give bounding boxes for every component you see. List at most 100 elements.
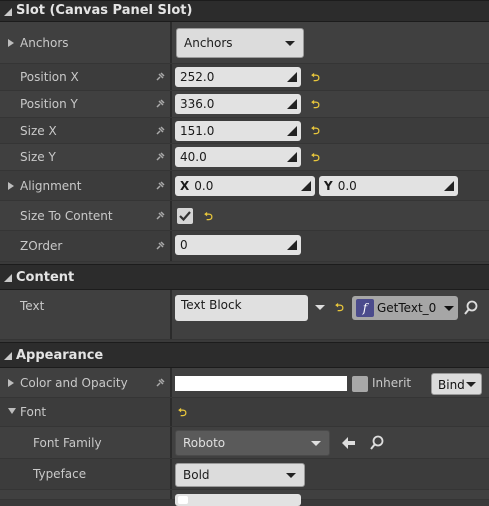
property-label: Size To Content	[20, 209, 113, 223]
property-row-anchors: Anchors Anchors	[0, 22, 489, 64]
pin-icon[interactable]	[154, 377, 166, 389]
reset-to-default-icon[interactable]: ⮌	[335, 302, 346, 313]
reset-to-default-icon[interactable]: ⮌	[311, 99, 322, 110]
binding-function-dropdown[interactable]: f GetText_0	[352, 296, 458, 320]
expand-arrow-icon[interactable]	[8, 182, 14, 190]
field-value: 151.0	[180, 124, 215, 138]
pin-icon[interactable]	[154, 210, 166, 222]
section-header-slot[interactable]: Slot (Canvas Panel Slot)	[0, 0, 489, 22]
dropdown-value: Bold	[183, 468, 210, 482]
drag-resize-icon[interactable]	[287, 152, 297, 162]
section-header-content[interactable]: Content	[0, 264, 489, 290]
axis-label: Y	[324, 179, 333, 193]
pin-icon[interactable]	[154, 151, 166, 163]
color-swatch[interactable]	[175, 376, 347, 391]
pin-icon[interactable]	[154, 180, 166, 192]
property-row-position-x: Position X 252.0 ⮌	[0, 64, 489, 91]
property-row-size-to-content: Size To Content ⮌	[0, 201, 489, 231]
column-divider	[170, 459, 172, 489]
column-divider	[170, 91, 172, 117]
field-value: 0.0	[337, 179, 357, 193]
expand-arrow-icon[interactable]	[8, 39, 14, 47]
search-icon[interactable]	[369, 435, 385, 451]
binding-name: GetText_0	[377, 301, 437, 315]
column-divider	[170, 118, 172, 143]
alignment-y-field[interactable]: Y 0.0	[319, 176, 458, 196]
pin-icon[interactable]	[154, 98, 166, 110]
field-value: 40.0	[180, 150, 207, 164]
chevron-down-icon[interactable]	[315, 305, 325, 310]
function-icon: f	[356, 299, 374, 317]
zorder-field[interactable]: 0	[175, 235, 301, 255]
reset-to-default-icon[interactable]: ⮌	[311, 72, 322, 83]
reset-to-default-icon[interactable]: ⮌	[311, 125, 322, 136]
font-size-slider[interactable]	[175, 494, 301, 506]
drag-resize-icon[interactable]	[301, 181, 311, 191]
property-label: Position X	[20, 70, 79, 84]
position-x-field[interactable]: 252.0	[175, 67, 301, 87]
column-divider	[170, 427, 172, 458]
bind-label: Bind	[438, 378, 465, 392]
column-divider	[170, 398, 172, 426]
field-value: 0.0	[194, 179, 214, 193]
dropdown-value: Anchors	[184, 36, 233, 50]
drag-resize-icon[interactable]	[287, 99, 297, 109]
pin-icon[interactable]	[154, 71, 166, 83]
section-title: Slot (Canvas Panel Slot)	[16, 3, 193, 18]
column-divider	[170, 171, 172, 200]
property-label: Font Family	[33, 436, 102, 450]
section-header-appearance[interactable]: Appearance	[0, 342, 489, 368]
chevron-down-icon	[286, 473, 296, 478]
axis-label: X	[180, 179, 190, 193]
field-value: 0	[180, 238, 188, 252]
property-row-text: Text Text Block ⮌ f GetText_0	[0, 290, 489, 340]
property-row-font: Font ⮌	[0, 398, 489, 427]
pin-icon[interactable]	[154, 240, 166, 252]
typeface-dropdown[interactable]: Bold	[175, 463, 305, 487]
bind-dropdown[interactable]: Bind	[431, 373, 482, 395]
checkmark-icon	[179, 211, 191, 222]
dropdown-value: Roboto	[183, 436, 226, 450]
property-label: Position Y	[20, 97, 78, 111]
property-row-color-and-opacity: Color and Opacity Inherit Bind	[0, 368, 489, 398]
inherit-checkbox[interactable]	[352, 376, 368, 392]
anchors-dropdown[interactable]: Anchors	[176, 28, 304, 58]
collapse-triangle-icon	[4, 274, 12, 282]
collapse-triangle-icon	[4, 352, 12, 360]
size-to-content-checkbox[interactable]	[177, 208, 193, 224]
drag-resize-icon[interactable]	[444, 181, 454, 191]
search-icon[interactable]	[463, 300, 479, 316]
property-row-zorder: ZOrder 0	[0, 231, 489, 262]
chevron-down-icon	[444, 306, 454, 311]
reset-to-default-icon[interactable]: ⮌	[311, 152, 322, 163]
drag-resize-icon[interactable]	[287, 72, 297, 82]
collapse-arrow-icon[interactable]	[8, 408, 16, 414]
reset-to-default-icon[interactable]: ⮌	[178, 407, 189, 418]
column-divider	[170, 490, 172, 499]
property-row-size-x: Size X 151.0 ⮌	[0, 118, 489, 144]
text-value-input[interactable]: Text Block	[175, 295, 308, 321]
property-label: Size X	[20, 124, 57, 138]
property-row-font-size-partial	[0, 490, 489, 506]
property-row-position-y: Position Y 336.0 ⮌	[0, 91, 489, 118]
size-x-field[interactable]: 151.0	[175, 121, 301, 141]
position-y-field[interactable]: 336.0	[175, 94, 301, 114]
pin-icon[interactable]	[154, 125, 166, 137]
property-row-typeface: Typeface Bold	[0, 459, 489, 490]
drag-resize-icon[interactable]	[287, 126, 297, 136]
expand-arrow-icon[interactable]	[8, 379, 14, 387]
slider-handle[interactable]	[178, 496, 188, 504]
section-title: Appearance	[16, 348, 104, 363]
column-divider	[170, 64, 172, 90]
column-divider	[170, 290, 172, 339]
arrow-left-icon[interactable]	[340, 435, 356, 451]
reset-to-default-icon[interactable]: ⮌	[204, 211, 215, 222]
font-family-dropdown[interactable]: Roboto	[175, 430, 330, 456]
chevron-down-icon	[311, 441, 321, 446]
drag-resize-icon[interactable]	[287, 240, 297, 250]
property-label: Font	[20, 405, 47, 419]
column-divider	[170, 144, 172, 170]
alignment-x-field[interactable]: X 0.0	[175, 176, 315, 196]
field-value: 252.0	[180, 70, 215, 84]
size-y-field[interactable]: 40.0	[175, 147, 301, 167]
